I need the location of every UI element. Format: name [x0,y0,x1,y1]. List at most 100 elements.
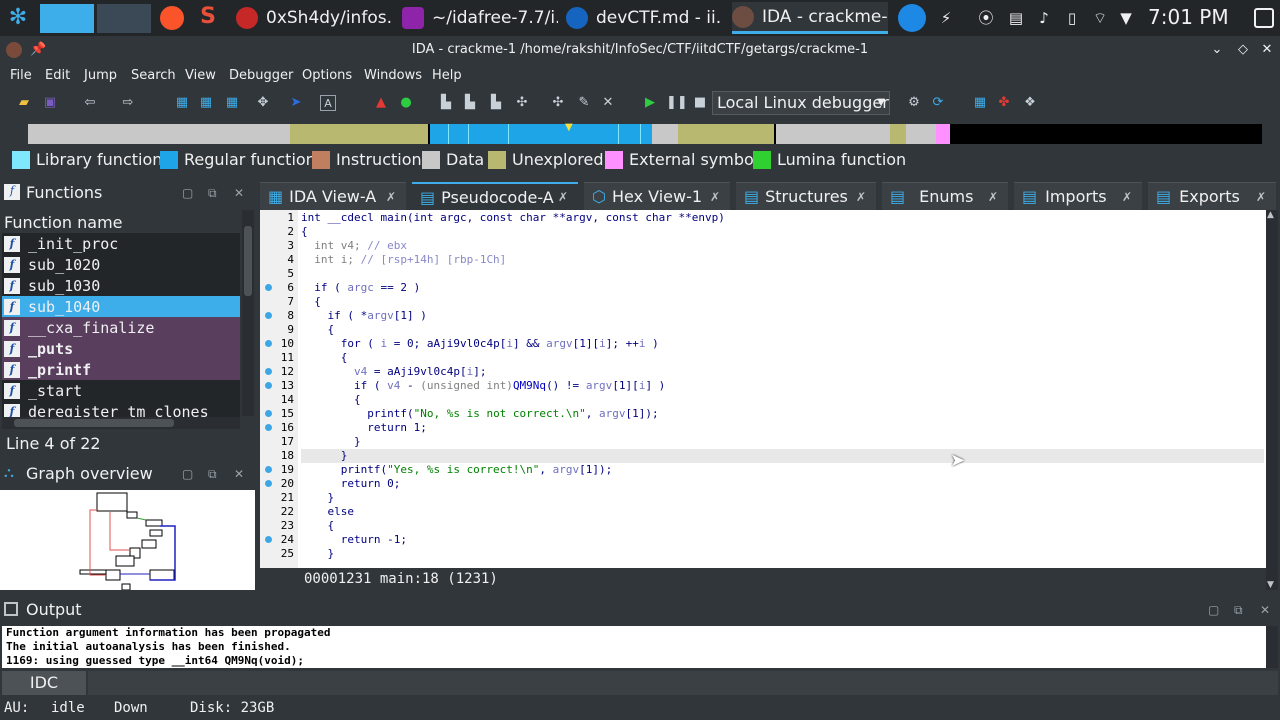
code-line[interactable]: } [301,491,334,505]
panel-float-icon[interactable]: ▢ [182,186,193,200]
tab-close-icon[interactable]: ✗ [988,190,998,204]
menu-file[interactable]: File [10,68,32,83]
debugger-select[interactable]: Local Linux debugger ▼ [712,91,890,115]
jump-icon[interactable]: ➤ [288,95,304,111]
code-line[interactable]: return 1; [301,421,427,435]
code-line[interactable]: { [301,351,348,365]
functions-vscrollbar[interactable] [242,210,254,416]
function-row[interactable]: f sub_1030 [2,275,240,296]
code-line[interactable]: } [301,547,334,561]
menu-windows[interactable]: Windows [364,68,422,83]
virtual-desktop-2[interactable] [97,4,151,33]
code-line[interactable]: else [301,505,354,519]
scroll-up-icon[interactable]: ▲ [1267,210,1274,220]
stop-icon[interactable]: ■ [692,95,708,111]
code-line[interactable]: printf("Yes, %s is correct!\n", argv[1])… [301,463,613,477]
minimize-icon[interactable]: ⌄ [1208,36,1226,64]
tab-exports[interactable]: ▤ Exports ✗ [1148,182,1276,210]
panel-float-icon[interactable]: ▢ [1208,603,1219,617]
brave-icon[interactable] [160,6,184,30]
function-name-column-header[interactable]: Function name [4,213,123,232]
save-icon[interactable]: ▣ [42,95,58,111]
struct-icon[interactable]: ✥ [255,95,271,111]
trace-icon[interactable]: ✣ [514,95,530,111]
code-line[interactable]: int v4; // ebx [301,239,407,253]
function-row[interactable]: f sub_1020 [2,254,240,275]
code-line[interactable]: if ( *argv[1] ) [301,309,426,323]
code-vscrollbar[interactable]: ▲ ▼ [1266,210,1278,590]
clipboard-icon[interactable]: ▤ [1006,8,1026,28]
tab-pseudocode-a[interactable]: ▤ Pseudocode-A ✗ [412,182,578,210]
task-vscode[interactable]: devCTF.md - ii... [566,2,722,34]
code-line[interactable]: { [301,225,308,239]
menu-help[interactable]: Help [432,68,462,83]
tab-close-icon[interactable]: ✗ [386,190,396,204]
clock[interactable]: 7:01 PM [1148,5,1229,29]
code-line[interactable]: { [301,295,321,309]
navigation-band[interactable]: ▼ [28,122,1262,144]
scroll-thumb[interactable] [14,419,174,427]
function-row[interactable]: f _start [2,380,240,401]
task-browser[interactable]: 0xSh4dy/infos... [236,2,392,34]
code-line[interactable]: { [301,519,334,533]
back-arrow-icon[interactable]: ⇦ [82,95,98,111]
command-input[interactable] [88,671,1278,695]
code-line[interactable]: if ( v4 - (unsigned int)QM9Nq() != argv[… [301,379,665,393]
trace-icon-2[interactable]: ✣ [550,95,566,111]
code-line-current[interactable]: } [301,449,1264,463]
window-app-icon[interactable] [6,42,22,58]
warning-icon[interactable]: ▲ [373,95,389,111]
pseudocode-view[interactable]: 1 2 3 4 5 6 7 8 9 10 11 12 13 14 15 16 1… [260,210,1266,568]
vscode-tray-icon[interactable] [898,4,926,32]
plugin-icon[interactable]: ❖ [1022,95,1038,111]
panel-close-icon[interactable]: ✕ [234,467,244,481]
app-launcher-icon[interactable]: ✻ [6,6,30,30]
function-row-selected[interactable]: f sub_1040 [2,296,240,317]
task-terminal[interactable]: ~/idafree-7.7/i... [402,2,558,34]
code-line[interactable]: return 0; [301,477,401,491]
data-icon[interactable]: ▦ [224,95,240,111]
code-line[interactable]: { [301,323,334,337]
tab-imports[interactable]: ▤ Imports ✗ [1014,182,1142,210]
code-line[interactable]: int i; // [rsp+14h] [rbp-1Ch] [301,253,506,267]
virtual-desktop-1[interactable] [40,4,94,33]
idc-language-button[interactable]: IDC [2,671,86,695]
pin-icon[interactable]: 📌 [30,36,46,64]
grid-icon[interactable]: ▦ [972,95,988,111]
menu-debugger[interactable]: Debugger [229,68,293,83]
tray-expand-icon[interactable]: ▼ [1116,8,1136,28]
maximize-icon[interactable]: ◇ [1234,36,1252,64]
bp-icon-1[interactable]: ▙ [438,95,454,111]
panel-float-icon[interactable]: ▢ [182,467,193,481]
code-line[interactable]: { [301,393,361,407]
functions-hscrollbar[interactable] [2,417,240,429]
code-line[interactable]: printf("No, %s is not correct.\n", argv[… [301,407,658,421]
edit-icon[interactable]: ✎ [576,95,592,111]
tab-close-icon[interactable]: ✗ [558,190,568,204]
function-row[interactable]: f _printf [2,359,240,380]
tab-close-icon[interactable]: ✗ [710,190,720,204]
tab-enums[interactable]: ▤ Enums ✗ [882,182,1008,210]
tab-hex-view-1[interactable]: ⬡ Hex View-1 ✗ [584,182,730,210]
code-line[interactable]: return -1; [301,533,407,547]
code-line[interactable]: } [301,435,361,449]
menu-jump[interactable]: Jump [84,68,117,83]
text-icon[interactable]: A [320,95,336,111]
panel-restore-icon[interactable]: ⧉ [208,186,217,201]
menu-edit[interactable]: Edit [45,68,70,83]
panel-restore-icon[interactable]: ⧉ [208,467,217,482]
volume-icon[interactable]: ♪ [1034,8,1054,28]
battery-icon[interactable]: ▯ [1062,8,1082,28]
refresh-icon[interactable]: ⟳ [930,95,946,111]
tab-close-icon[interactable]: ✗ [1256,190,1266,204]
task-ida[interactable]: IDA - crackme-... [732,2,888,34]
tab-close-icon[interactable]: ✗ [856,190,866,204]
code-line[interactable]: for ( i = 0; aAji9vl0c4p[i] && argv[1][i… [301,337,659,351]
function-row[interactable]: f _puts [2,338,240,359]
hex-icon[interactable]: ▦ [174,95,190,111]
show-desktop-icon[interactable] [1254,8,1274,28]
run-circle-icon[interactable]: ● [398,95,414,111]
forward-arrow-icon[interactable]: ⇨ [120,95,136,111]
bp-icon-2[interactable]: ▙ [462,95,478,111]
tab-ida-view-a[interactable]: ▦ IDA View-A ✗ [260,182,406,210]
